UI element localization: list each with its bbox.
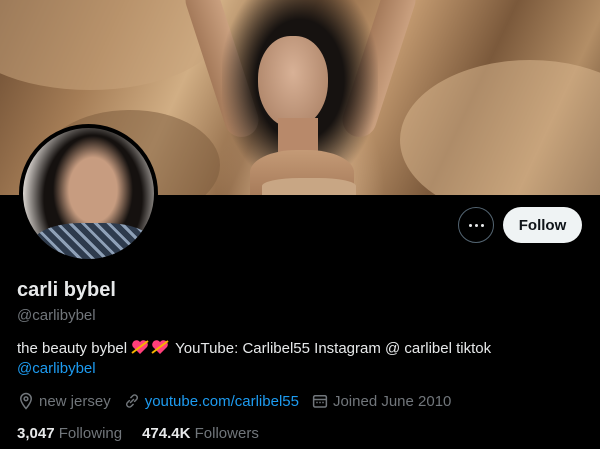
more-icon-dot	[474, 223, 478, 227]
followers-label: Followers	[194, 425, 259, 442]
website[interactable]: youtube.com/carlibel55	[123, 392, 299, 410]
bio-text: the beauty bybel	[17, 340, 128, 357]
more-icon-dot	[480, 223, 484, 227]
calendar-icon	[312, 395, 328, 408]
banner-fabric-fold	[0, 0, 220, 90]
bio-text-2: YouTube: Carlibel55 Instagram @ carlibel…	[175, 340, 492, 357]
heart-with-arrow-emoji	[151, 340, 169, 354]
followers-link[interactable]: 474.4K Followers	[142, 425, 259, 442]
banner-fabric-fold	[400, 60, 600, 195]
more-icon	[468, 223, 472, 227]
followers-count: 474.4K	[142, 425, 191, 442]
profile-bio: the beauty bybel YouTube: Carlibel55 Ins…	[17, 339, 587, 379]
location-text: new jersey	[39, 392, 111, 410]
banner-face	[258, 36, 328, 128]
following-link[interactable]: 3,047 Following	[17, 425, 122, 442]
banner-dress	[262, 178, 356, 195]
follow-button[interactable]: Follow	[503, 207, 582, 243]
location-pin-icon	[19, 392, 33, 410]
joined-text: Joined June 2010	[332, 392, 452, 410]
bio-mention-link[interactable]: @carlibybel	[17, 360, 96, 377]
following-count: 3,047	[17, 425, 55, 442]
heart-with-arrow-emoji	[131, 340, 149, 354]
display-name: carli bybel	[17, 279, 116, 301]
avatar[interactable]	[19, 124, 158, 263]
profile-handle: @carlibybel	[17, 307, 96, 324]
more-button[interactable]	[458, 207, 494, 243]
website-link[interactable]: youtube.com/carlibel55	[145, 393, 299, 410]
follow-counts: 3,047 Following 474.4K Followers	[17, 425, 279, 442]
following-label: Following	[58, 425, 123, 442]
location: new jersey	[17, 392, 111, 410]
link-icon	[125, 394, 138, 408]
join-date: Joined June 2010	[311, 392, 451, 410]
profile-meta: new jersey youtube.com/carlibel55 Joined…	[17, 391, 463, 411]
avatar-shirt	[33, 223, 153, 259]
